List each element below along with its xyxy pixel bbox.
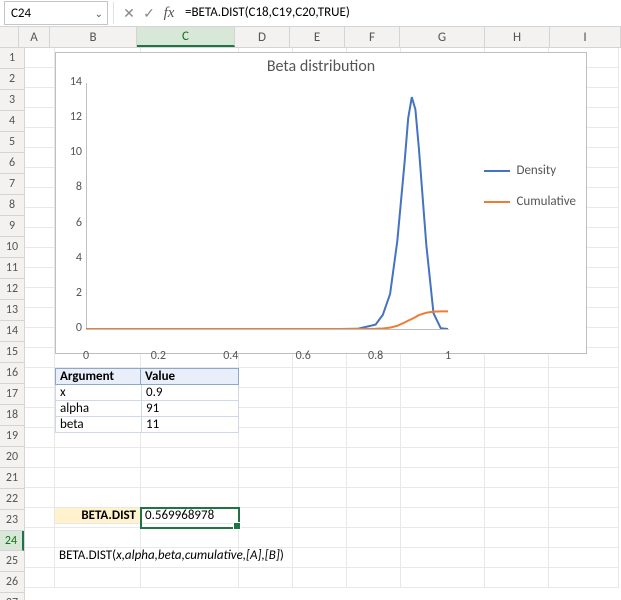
fx-icon[interactable]: fx — [159, 2, 179, 24]
row-header-27[interactable]: 27 — [0, 593, 24, 600]
row-header-9[interactable]: 9 — [0, 216, 24, 237]
name-box-value: C24 — [11, 6, 31, 21]
arguments-table: Argument Value x 0.9 alpha 91 beta 11 — [55, 368, 239, 433]
column-header-H[interactable]: H — [485, 27, 550, 47]
y-tick: 10 — [60, 145, 82, 159]
row-header-12[interactable]: 12 — [0, 279, 24, 300]
column-header-G[interactable]: G — [400, 27, 485, 47]
chart-legend: Density Cumulative — [484, 163, 576, 225]
syntax-hint[interactable]: BETA.DIST(x,alpha,beta,cumulative,[A],[B… — [55, 548, 288, 563]
x-tick: 0.2 — [148, 349, 168, 363]
cancel-icon[interactable]: ✕ — [119, 2, 139, 24]
row-header-5[interactable]: 5 — [0, 132, 24, 153]
y-tick: 8 — [60, 180, 82, 194]
chart-beta-distribution[interactable]: Beta distribution 02468101214 00.20.40.6… — [55, 52, 587, 354]
row-header-16[interactable]: 16 — [0, 363, 24, 384]
y-tick: 2 — [60, 286, 82, 300]
x-tick: 0.6 — [293, 349, 313, 363]
column-header-F[interactable]: F — [345, 27, 400, 47]
column-header-C[interactable]: C — [137, 27, 235, 47]
row-header-24[interactable]: 24 — [0, 531, 24, 551]
row-header-6[interactable]: 6 — [0, 153, 24, 174]
dropdown-icon: ⌄ — [95, 7, 103, 20]
row-header-14[interactable]: 14 — [0, 321, 24, 342]
table-cell[interactable]: beta — [55, 417, 141, 433]
table-header-value[interactable]: Value — [141, 368, 239, 385]
y-tick: 6 — [60, 216, 82, 230]
select-all-corner[interactable] — [0, 27, 19, 47]
column-header-A[interactable]: A — [19, 27, 50, 47]
row-headers: 1234567891011121314151617181920212223242… — [0, 48, 25, 600]
chart-plot-area: 02468101214 00.20.40.60.81 — [86, 83, 448, 329]
y-tick: 4 — [60, 251, 82, 265]
x-tick: 0.4 — [221, 349, 241, 363]
table-header-argument[interactable]: Argument — [55, 368, 141, 385]
accept-icon[interactable]: ✓ — [139, 2, 159, 24]
result-value: 0.569968978 — [145, 508, 214, 523]
row-header-26[interactable]: 26 — [0, 572, 24, 593]
chart-title: Beta distribution — [56, 57, 586, 76]
chart-y-axis: 0 2 4 6 8 10 12 14 — [60, 75, 82, 335]
row-header-13[interactable]: 13 — [0, 300, 24, 321]
syntax-end: ) — [280, 548, 284, 563]
column-headers: ABCDEFGHI — [0, 27, 621, 48]
x-tick: 0.8 — [366, 349, 386, 363]
row-header-10[interactable]: 10 — [0, 237, 24, 258]
formula-bar: C24 ⌄ ✕ ✓ fx =BETA.DIST(C18,C19,C20,TRUE… — [0, 0, 621, 27]
formula-input[interactable]: =BETA.DIST(C18,C19,C20,TRUE) — [179, 2, 621, 24]
y-tick: 12 — [60, 110, 82, 124]
row-header-3[interactable]: 3 — [0, 90, 24, 111]
row-header-2[interactable]: 2 — [0, 69, 24, 90]
table-cell[interactable]: 91 — [141, 401, 239, 417]
legend-label: Cumulative — [516, 194, 576, 209]
cell-function-name[interactable]: BETA.DIST — [55, 508, 141, 524]
legend-density: Density — [484, 163, 576, 178]
x-tick: 1 — [438, 349, 458, 363]
row-header-22[interactable]: 22 — [0, 489, 24, 510]
column-header-B[interactable]: B — [50, 27, 137, 47]
y-tick: 0 — [60, 321, 82, 335]
table-cell[interactable]: 0.9 — [141, 385, 239, 401]
row-header-20[interactable]: 20 — [0, 447, 24, 468]
row-header-15[interactable]: 15 — [0, 342, 24, 363]
y-tick: 14 — [60, 75, 82, 89]
result-row: BETA.DIST 0.569968978 — [55, 508, 239, 524]
row-header-23[interactable]: 23 — [0, 510, 24, 531]
x-tick: 0 — [76, 349, 96, 363]
table-cell[interactable]: x — [55, 385, 141, 401]
row-header-17[interactable]: 17 — [0, 384, 24, 405]
table-cell[interactable]: 11 — [141, 417, 239, 433]
row-header-25[interactable]: 25 — [0, 551, 24, 572]
row-header-8[interactable]: 8 — [0, 195, 24, 216]
row-header-18[interactable]: 18 — [0, 405, 24, 426]
row-header-4[interactable]: 4 — [0, 111, 24, 132]
row-header-21[interactable]: 21 — [0, 468, 24, 489]
legend-label: Density — [516, 163, 556, 178]
row-header-11[interactable]: 11 — [0, 258, 24, 279]
column-header-D[interactable]: D — [235, 27, 290, 47]
syntax-fn: BETA.DIST( — [59, 548, 116, 563]
table-cell[interactable]: alpha — [55, 401, 141, 417]
column-header-E[interactable]: E — [290, 27, 345, 47]
cell-function-result[interactable]: 0.569968978 — [141, 508, 239, 524]
separator — [113, 2, 114, 24]
row-header-19[interactable]: 19 — [0, 426, 24, 447]
row-header-7[interactable]: 7 — [0, 174, 24, 195]
column-header-I[interactable]: I — [550, 27, 621, 47]
name-box[interactable]: C24 ⌄ — [4, 1, 108, 25]
row-header-1[interactable]: 1 — [0, 48, 24, 69]
chart-lines — [86, 83, 448, 329]
legend-swatch-cumulative — [484, 201, 510, 203]
cells-area[interactable]: Beta distribution 02468101214 00.20.40.6… — [25, 48, 621, 600]
legend-swatch-density — [484, 170, 510, 172]
syntax-args: x,alpha,beta,cumulative,[A],[B] — [116, 548, 280, 563]
legend-cumulative: Cumulative — [484, 194, 576, 209]
worksheet: ABCDEFGHI 123456789101112131415161718192… — [0, 27, 621, 600]
